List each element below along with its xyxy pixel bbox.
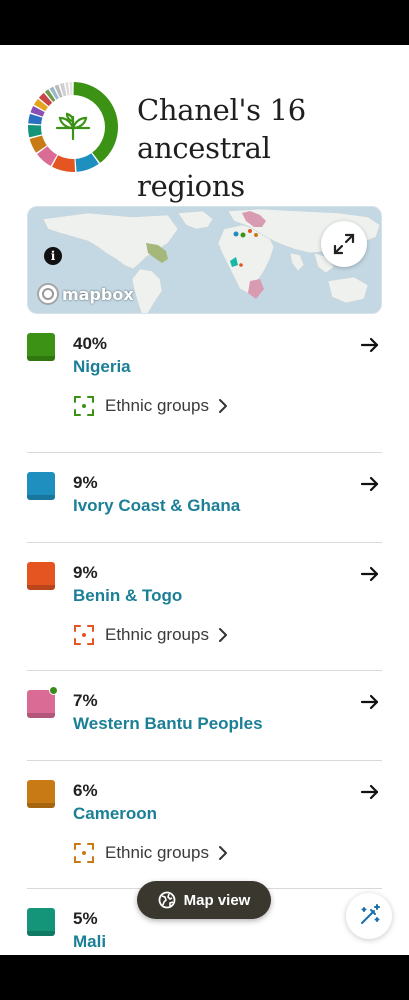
header: Chanel's 16 ancestral regions bbox=[27, 81, 387, 203]
donut-segment bbox=[69, 82, 73, 96]
page-title: Chanel's 16 ancestral regions bbox=[137, 93, 306, 203]
region-color-swatch bbox=[27, 333, 55, 361]
info-icon[interactable]: i bbox=[44, 247, 62, 265]
mapbox-mark-icon bbox=[37, 283, 59, 305]
donut-segment bbox=[52, 155, 76, 172]
arrow-right-icon[interactable] bbox=[360, 782, 380, 802]
ethnic-groups-icon bbox=[74, 396, 94, 416]
map-region-southern-africa bbox=[248, 279, 264, 299]
region-row[interactable]: 6% Cameroon Ethnic groups bbox=[27, 761, 382, 889]
region-color-swatch bbox=[27, 908, 55, 936]
screen: Chanel's 16 ancestral regions i mapbox 4… bbox=[0, 45, 409, 955]
region-color-swatch bbox=[27, 562, 55, 590]
region-percent: 7% bbox=[73, 691, 98, 710]
ethnic-groups-link[interactable]: Ethnic groups bbox=[73, 623, 229, 647]
expand-icon bbox=[333, 233, 355, 255]
arrow-right-icon[interactable] bbox=[360, 335, 380, 355]
ancestry-donut-chart bbox=[28, 82, 118, 172]
region-name[interactable]: Benin & Togo bbox=[73, 586, 182, 606]
new-badge-dot bbox=[49, 686, 58, 695]
status-bar bbox=[0, 0, 409, 45]
ethnic-groups-link[interactable]: Ethnic groups bbox=[73, 394, 229, 418]
system-nav-bar bbox=[0, 955, 409, 1000]
globe-icon bbox=[158, 891, 176, 909]
arrow-right-icon[interactable] bbox=[360, 474, 380, 494]
region-percent: 9% bbox=[73, 563, 98, 582]
map-view-button[interactable]: Map view bbox=[137, 881, 271, 919]
ethnic-groups-icon bbox=[74, 843, 94, 863]
region-name[interactable]: Western Bantu Peoples bbox=[73, 714, 263, 734]
region-color-swatch bbox=[27, 472, 55, 500]
region-name[interactable]: Cameroon bbox=[73, 804, 157, 824]
region-percent: 9% bbox=[73, 473, 98, 492]
region-row[interactable]: 9% Benin & Togo Ethnic groups bbox=[27, 543, 382, 671]
donut-segment bbox=[73, 82, 118, 163]
region-percent: 6% bbox=[73, 781, 98, 800]
ethnic-groups-label: Ethnic groups bbox=[105, 396, 209, 415]
chevron-right-icon bbox=[218, 399, 227, 413]
leaf-icon bbox=[55, 112, 91, 141]
chevron-right-icon bbox=[218, 846, 227, 860]
donut-segment bbox=[28, 124, 42, 138]
region-name[interactable]: Ivory Coast & Ghana bbox=[73, 496, 240, 516]
mapbox-logo[interactable]: mapbox bbox=[37, 281, 134, 307]
arrow-right-icon[interactable] bbox=[360, 564, 380, 584]
ethnic-groups-icon bbox=[74, 625, 94, 645]
region-row[interactable]: 9% Ivory Coast & Ghana bbox=[27, 453, 382, 543]
ethnic-groups-label: Ethnic groups bbox=[105, 625, 209, 644]
map-view-label: Map view bbox=[183, 891, 251, 909]
map-region-americas bbox=[146, 243, 168, 263]
region-percent: 40% bbox=[73, 334, 108, 353]
ethnic-groups-link[interactable]: Ethnic groups bbox=[73, 841, 229, 865]
region-name[interactable]: Mali bbox=[73, 932, 106, 952]
ethnic-groups-label: Ethnic groups bbox=[105, 843, 209, 862]
region-row[interactable]: 7% Western Bantu Peoples bbox=[27, 671, 382, 761]
region-color-swatch bbox=[27, 780, 55, 808]
region-list: 40% Nigeria Ethnic groups 9% Ivory Coast &… bbox=[27, 325, 382, 955]
mapbox-logo-text: mapbox bbox=[62, 284, 134, 304]
arrow-right-icon[interactable] bbox=[360, 692, 380, 712]
region-percent: 5% bbox=[73, 909, 98, 928]
magic-wand-button[interactable] bbox=[346, 893, 392, 939]
magic-wand-icon bbox=[361, 904, 380, 924]
expand-map-button[interactable] bbox=[321, 221, 367, 267]
region-row[interactable]: 40% Nigeria Ethnic groups bbox=[27, 325, 382, 453]
region-name[interactable]: Nigeria bbox=[73, 357, 131, 377]
ancestry-map[interactable]: i mapbox bbox=[27, 206, 382, 314]
chevron-right-icon bbox=[218, 628, 227, 642]
